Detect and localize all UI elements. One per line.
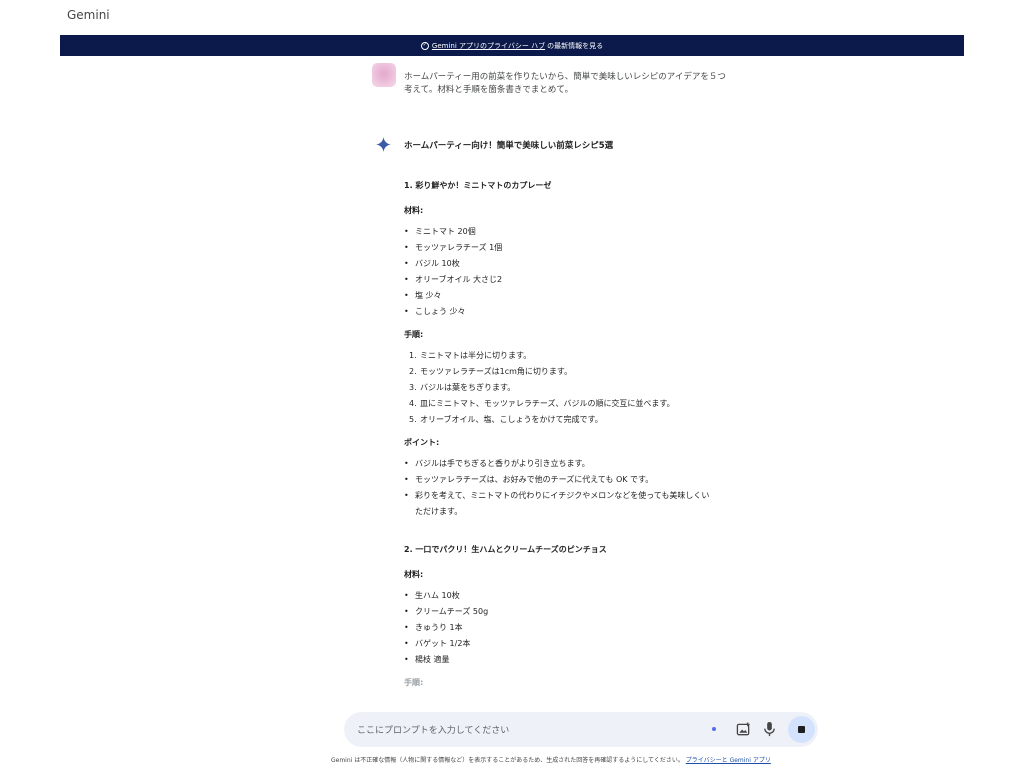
list-item: きゅうり 1本 [404,620,764,636]
info-icon: ✓ [420,41,429,50]
ingredients-heading: 材料: [404,206,424,215]
recipe-title: 2. 一口でパクリ！生ハムとクリームチーズのピンチョス [404,545,607,554]
privacy-link[interactable]: プライバシーと Gemini アプリ [686,757,771,764]
step-number: 5. [409,415,417,424]
privacy-banner: ✓ Gemini アプリのプライバシー ハブ の最新情報を見る [60,35,964,56]
prompt-input-bar: ここにプロンプトを入力してください [344,712,818,747]
banner-text: の最新情報を見る [547,41,604,50]
app-title[interactable]: Gemini [67,8,110,22]
user-avatar [372,63,396,87]
step-text: バジルは葉をちぎります。 [420,383,516,392]
gemini-sparkle-icon [376,137,391,152]
list-item: オリーブオイル 大さじ2 [404,272,764,288]
list-item: 4. 皿にミニトマト、モッツァレラチーズ、バジルの順に交互に並べます。 [404,396,764,412]
stop-button[interactable] [788,716,815,743]
list-item: こしょう 少々 [404,304,764,320]
ingredients-list: ミニトマト 20個 モッツァレラチーズ 1個 バジル 10枚 オリーブオイル 大… [404,224,764,320]
ingredients-heading: 材料: [404,570,424,579]
point-text: 彩りを考えて、ミニトマトの代わりにイチジクやメロンなどを使っても美味しくい [415,491,710,500]
step-text: モッツァレラチーズは1cm角に切ります。 [420,367,573,376]
list-item: 楊枝 適量 [404,652,764,668]
list-item: 彩りを考えて、ミニトマトの代わりにイチジクやメロンなどを使っても美味しくいただけ… [404,488,764,520]
list-item: クリームチーズ 50g [404,604,764,620]
stop-icon [798,726,805,733]
list-item: 5. オリーブオイル、塩、こしょうをかけて完成です。 [404,412,764,428]
recipe-title: 1. 彩り鮮やか！ミニトマトのカプレーゼ [404,181,552,190]
ingredients-list: 生ハム 10枚 クリームチーズ 50g きゅうり 1本 バゲット 1/2本 楊枝… [404,588,764,668]
step-number: 1. [409,351,417,360]
user-prompt-line: 考えて。材料と手順を箇条書きでまとめて。 [404,85,574,95]
step-text: 皿にミニトマト、モッツァレラチーズ、バジルの順に交互に並べます。 [420,399,675,408]
step-number: 3. [409,383,417,392]
disclaimer: Gemini は不正確な情報（人物に関する情報など）を表示することがあるため、生… [331,755,771,764]
spark-dot-icon [712,727,716,731]
step-number: 4. [409,399,417,408]
list-item: 生ハム 10枚 [404,588,764,604]
list-item: バゲット 1/2本 [404,636,764,652]
list-item: バジルは手でちぎると香りがより引き立ちます。 [404,456,764,472]
steps-list: 1. ミニトマトは半分に切ります。 2. モッツァレラチーズは1cm角に切ります。 … [404,348,764,428]
step-number: 2. [409,367,417,376]
microphone-icon[interactable] [762,721,777,738]
step-text: オリーブオイル、塩、こしょうをかけて完成です。 [420,415,603,424]
user-prompt-line: ホームパーティー用の前菜を作りたいから、簡単で美味しいレシピのアイデアを５つ [404,72,726,82]
points-heading: ポイント: [404,438,440,447]
points-list: バジルは手でちぎると香りがより引き立ちます。 モッツァレラチーズは、お好みで他の… [404,456,764,520]
list-item: モッツァレラチーズ 1個 [404,240,764,256]
image-upload-icon[interactable] [736,722,751,737]
model-response: ホームパーティー向け！簡単で美味しい前菜レシピ5選 1. 彩り鮮やか！ミニトマト… [404,139,764,688]
steps-heading: 手順: [404,678,424,687]
list-item: 塩 少々 [404,288,764,304]
list-item: バジル 10枚 [404,256,764,272]
point-text: ただけます。 [415,507,463,516]
privacy-hub-link[interactable]: Gemini アプリのプライバシー ハブ [432,41,545,51]
step-text: ミニトマトは半分に切ります。 [420,351,532,360]
prompt-input[interactable]: ここにプロンプトを入力してください [357,723,509,736]
list-item: 2. モッツァレラチーズは1cm角に切ります。 [404,364,764,380]
list-item: 3. バジルは葉をちぎります。 [404,380,764,396]
response-title: ホームパーティー向け！簡単で美味しい前菜レシピ5選 [404,141,614,151]
user-prompt: ホームパーティー用の前菜を作りたいから、簡単で美味しいレシピのアイデアを５つ 考… [404,71,764,97]
disclaimer-text: Gemini は不正確な情報（人物に関する情報など）を表示することがあるため、生… [331,757,684,764]
list-item: 1. ミニトマトは半分に切ります。 [404,348,764,364]
list-item: モッツァレラチーズは、お好みで他のチーズに代えても OK です。 [404,472,764,488]
steps-heading: 手順: [404,330,424,339]
list-item: ミニトマト 20個 [404,224,764,240]
